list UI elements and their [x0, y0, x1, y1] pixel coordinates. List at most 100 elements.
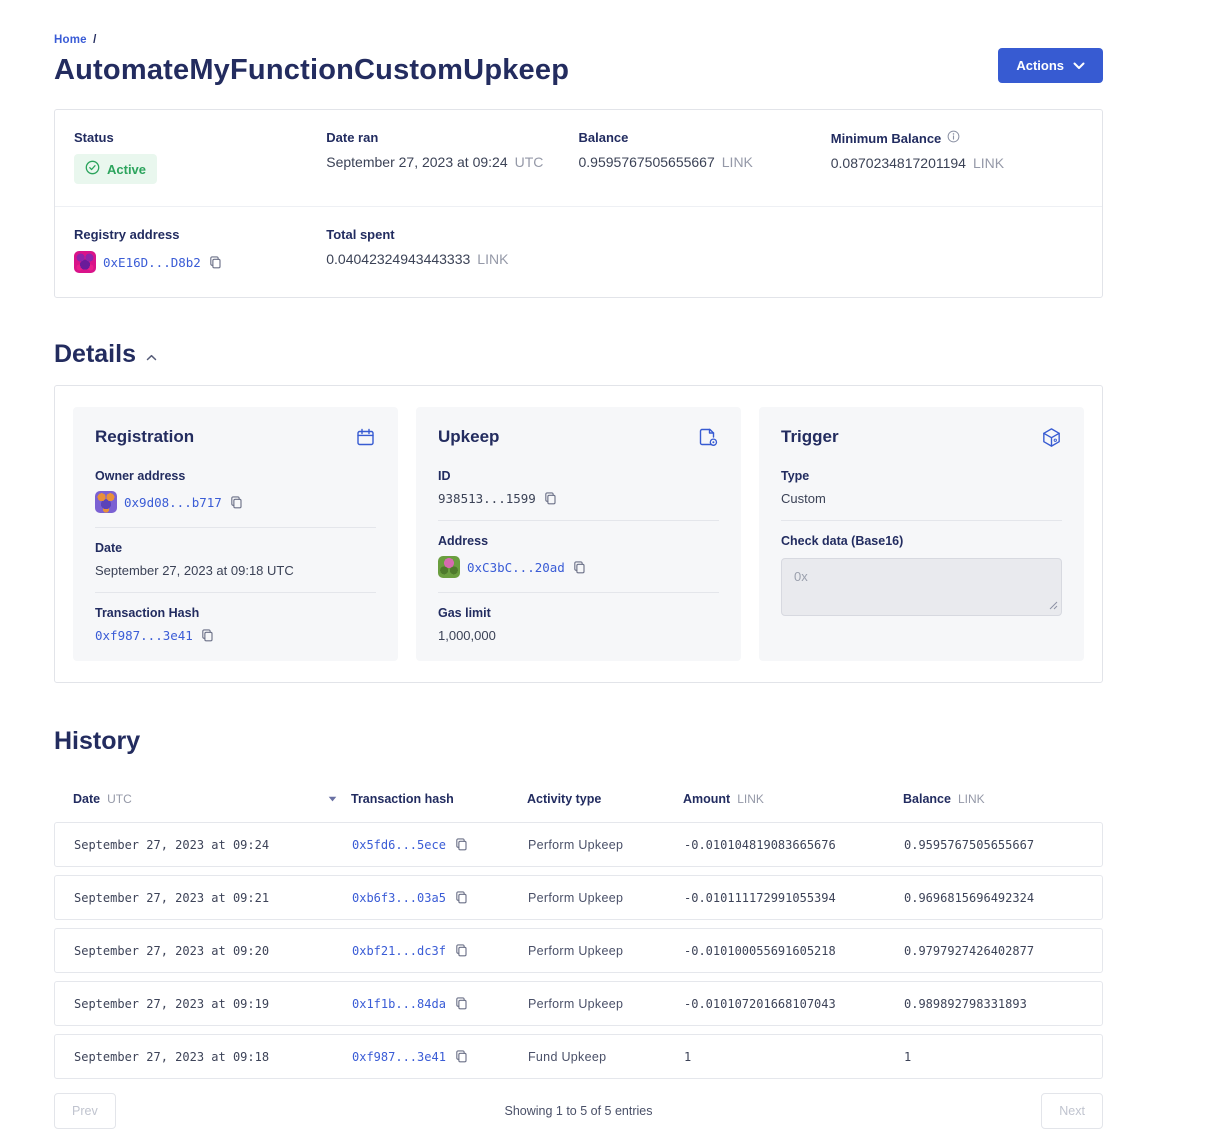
- next-button[interactable]: Next: [1041, 1093, 1103, 1129]
- total-spent-field: Total spent 0.04042324943443333LINK: [326, 227, 578, 273]
- row-tx-link[interactable]: 0xb6f3...03a5: [352, 891, 446, 905]
- gas-limit-label: Gas limit: [438, 606, 719, 620]
- divider: [95, 592, 376, 593]
- status-badge-label: Active: [107, 162, 146, 177]
- info-icon[interactable]: [947, 130, 960, 146]
- registration-tx-link[interactable]: 0xf987...3e41: [95, 628, 193, 643]
- chevron-up-icon[interactable]: [146, 354, 157, 361]
- owner-address-field: Owner address 0x9d08...b717: [95, 469, 376, 513]
- sort-descending-icon[interactable]: [328, 796, 337, 802]
- table-row: September 27, 2023 at 09:19 0x1f1b...84d…: [54, 981, 1103, 1026]
- upkeep-summary-card: Status Active Date ran September 27, 202…: [54, 109, 1103, 298]
- trigger-type-value: Custom: [781, 491, 1062, 506]
- copy-icon[interactable]: [208, 255, 223, 270]
- table-row: September 27, 2023 at 09:18 0xf987...3e4…: [54, 1034, 1103, 1079]
- column-date-unit: UTC: [107, 792, 132, 806]
- row-tx-link[interactable]: 0x5fd6...5ece: [352, 838, 446, 852]
- min-balance-value: 0.0870234817201194: [831, 155, 966, 171]
- registry-address-link[interactable]: 0xE16D...D8b2: [103, 255, 201, 270]
- owner-identicon: [95, 491, 117, 513]
- registry-address-label: Registry address: [74, 227, 326, 242]
- registration-date-label: Date: [95, 541, 376, 555]
- upkeep-id-field: ID 938513...1599: [438, 469, 719, 506]
- registration-title: Registration: [95, 427, 194, 447]
- row-tx-link[interactable]: 0xbf21...dc3f: [352, 944, 446, 958]
- divider: [438, 592, 719, 593]
- actions-button-label: Actions: [1016, 58, 1064, 73]
- check-circle-icon: [85, 160, 100, 178]
- row-tx-link[interactable]: 0xf987...3e41: [352, 1050, 446, 1064]
- total-spent-unit: LINK: [477, 251, 508, 267]
- row-amount: -0.010107201668107043: [684, 997, 904, 1011]
- row-amount: -0.010111172991055394: [684, 891, 904, 905]
- upkeep-address-field: Address 0xC3bC...20ad: [438, 534, 719, 578]
- pagination: Prev Showing 1 to 5 of 5 entries Next: [54, 1093, 1103, 1129]
- column-tx-label: Transaction hash: [351, 792, 454, 806]
- gas-limit-value: 1,000,000: [438, 628, 719, 643]
- prev-button[interactable]: Prev: [54, 1093, 116, 1129]
- check-data-input[interactable]: [781, 558, 1062, 616]
- page-title: AutomateMyFunctionCustomUpkeep: [54, 54, 569, 87]
- copy-icon[interactable]: [454, 996, 469, 1011]
- column-date[interactable]: Date UTC: [73, 792, 351, 806]
- check-data-field: Check data (Base16): [781, 534, 1062, 621]
- copy-icon[interactable]: [454, 943, 469, 958]
- date-ran-field: Date ran September 27, 2023 at 09:24UTC: [326, 130, 578, 184]
- divider: [95, 527, 376, 528]
- copy-icon[interactable]: [572, 560, 587, 575]
- breadcrumb: Home /: [54, 34, 569, 46]
- copy-icon[interactable]: [229, 495, 244, 510]
- registry-identicon: [74, 251, 96, 273]
- row-tx-link[interactable]: 0x1f1b...84da: [352, 997, 446, 1011]
- column-activity-label: Activity type: [527, 792, 601, 806]
- copy-icon[interactable]: [454, 837, 469, 852]
- copy-icon[interactable]: [454, 1049, 469, 1064]
- row-balance: 0.9696815696492324: [904, 891, 1083, 905]
- cube-icon: [1041, 427, 1062, 453]
- column-amount: Amount LINK: [683, 792, 903, 806]
- total-spent-value: 0.04042324943443333: [326, 251, 470, 267]
- registration-date-value: September 27, 2023 at 09:18 UTC: [95, 563, 376, 578]
- registration-tx-field: Transaction Hash 0xf987...3e41: [95, 606, 376, 643]
- row-activity-type: Fund Upkeep: [528, 1050, 684, 1064]
- copy-icon[interactable]: [200, 628, 215, 643]
- row-balance: 0.9595767505655667: [904, 838, 1083, 852]
- divider: [781, 520, 1062, 521]
- document-gear-icon: [697, 427, 719, 453]
- registry-address-field: Registry address 0xE16D...D8b2: [74, 227, 326, 273]
- trigger-title: Trigger: [781, 427, 839, 447]
- upkeep-address-label: Address: [438, 534, 719, 548]
- copy-icon[interactable]: [454, 890, 469, 905]
- divider: [438, 520, 719, 521]
- date-ran-unit: UTC: [515, 154, 544, 170]
- history-table-header: Date UTC Transaction hash Activity type …: [54, 792, 1103, 806]
- row-amount: -0.010104819083665676: [684, 838, 904, 852]
- column-activity-type: Activity type: [527, 792, 683, 806]
- balance-field: Balance 0.9595767505655667LINK: [579, 130, 831, 184]
- summary-row-1: Status Active Date ran September 27, 202…: [55, 130, 1102, 184]
- row-activity-type: Perform Upkeep: [528, 997, 684, 1011]
- column-date-label: Date: [73, 792, 100, 806]
- breadcrumb-home-link[interactable]: Home: [54, 34, 87, 46]
- trigger-type-field: Type Custom: [781, 469, 1062, 506]
- actions-button[interactable]: Actions: [998, 48, 1103, 83]
- details-heading: Details: [54, 340, 136, 369]
- pagination-summary: Showing 1 to 5 of 5 entries: [504, 1104, 652, 1118]
- column-balance: Balance LINK: [903, 792, 1084, 806]
- status-label: Status: [74, 130, 326, 145]
- row-balance: 1: [904, 1050, 1083, 1064]
- upkeep-address-link[interactable]: 0xC3bC...20ad: [467, 560, 565, 575]
- row-balance: 0.9797927426402877: [904, 944, 1083, 958]
- registration-date-field: Date September 27, 2023 at 09:18 UTC: [95, 541, 376, 578]
- column-balance-unit: LINK: [958, 792, 985, 806]
- copy-icon[interactable]: [543, 491, 558, 506]
- gas-limit-field: Gas limit 1,000,000: [438, 606, 719, 643]
- trigger-type-label: Type: [781, 469, 1062, 483]
- owner-address-link[interactable]: 0x9d08...b717: [124, 495, 222, 510]
- title-block: Home / AutomateMyFunctionCustomUpkeep: [54, 34, 569, 87]
- summary-row-2: Registry address 0xE16D...D8b2 Total spe…: [55, 227, 1102, 273]
- summary-divider: [55, 206, 1102, 207]
- column-balance-label: Balance: [903, 792, 951, 806]
- row-activity-type: Perform Upkeep: [528, 944, 684, 958]
- row-date: September 27, 2023 at 09:18: [74, 1050, 352, 1064]
